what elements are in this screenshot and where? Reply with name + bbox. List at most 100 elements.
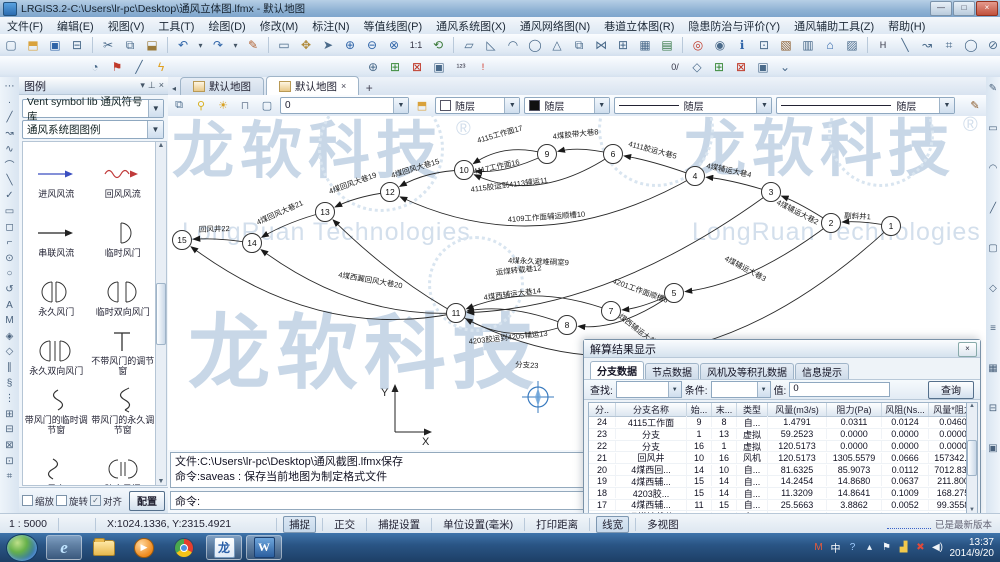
text-icon[interactable]: A bbox=[2, 297, 17, 313]
red-flag-icon[interactable]: ⚑ bbox=[107, 58, 127, 76]
pencil-icon[interactable]: ✎ bbox=[965, 97, 985, 115]
draw-line-icon[interactable]: ╱ bbox=[129, 58, 149, 76]
chevron-down-icon[interactable]: ▼ bbox=[756, 98, 771, 113]
zoom-select-icon[interactable]: ⊕ bbox=[363, 58, 383, 76]
select-add-icon[interactable]: ⊞ bbox=[385, 58, 405, 76]
tray-m-icon[interactable]: M bbox=[813, 542, 825, 553]
chevron-down-icon[interactable]: ▼ bbox=[668, 382, 681, 397]
taskbar-media-player[interactable]: ▶ bbox=[126, 535, 162, 560]
update-link[interactable] bbox=[887, 520, 931, 529]
new-tab-button[interactable]: + bbox=[361, 81, 377, 95]
paste-icon[interactable]: ⬓ bbox=[142, 36, 162, 54]
legend-item-window-plain[interactable]: 不带风门的调节窗 bbox=[90, 319, 157, 378]
pencil-icon[interactable]: ✎ bbox=[987, 81, 1000, 95]
legend-item-perm-door[interactable]: 永久风门 bbox=[23, 260, 90, 319]
layer-manager-icon[interactable]: ⧉ bbox=[169, 97, 189, 115]
curve-icon[interactable]: ↝ bbox=[917, 36, 937, 54]
mirror-icon[interactable]: ⋈ bbox=[591, 36, 611, 54]
draw-parallelogram-icon[interactable]: ▱ bbox=[459, 36, 479, 54]
copy-icon[interactable]: ⧉ bbox=[120, 36, 140, 54]
grid-snap-icon[interactable]: ⌗ bbox=[2, 469, 17, 485]
search-field-select[interactable]: ▼ bbox=[616, 381, 682, 398]
warning-icon[interactable]: ! bbox=[473, 58, 493, 76]
stack-icon[interactable]: ▦ bbox=[635, 36, 655, 54]
align-right-icon[interactable]: ⊠ bbox=[2, 438, 17, 454]
mtext-icon[interactable]: M bbox=[2, 313, 17, 329]
branch-edge-8-11[interactable] bbox=[468, 309, 567, 325]
rect-tool-icon[interactable]: ▢ bbox=[987, 241, 1000, 255]
lock-icon[interactable]: ⊓ bbox=[235, 97, 255, 115]
check-icon[interactable]: ✓ bbox=[2, 188, 17, 204]
close-icon[interactable]: × bbox=[159, 80, 164, 91]
circle2-icon[interactable]: ◯ bbox=[961, 36, 981, 54]
table-scrollbar[interactable]: ▲ ▼ bbox=[966, 402, 978, 514]
taskbar-chrome[interactable] bbox=[166, 535, 202, 560]
linestyle-select-4[interactable]: 随层▼ bbox=[776, 97, 955, 114]
scroll-thumb[interactable] bbox=[967, 440, 977, 476]
legend-item-window-perm[interactable]: 带风门的永久调节窗 bbox=[90, 378, 157, 437]
layer-folder-icon[interactable]: ⬒ bbox=[412, 97, 432, 115]
arc-icon[interactable]: ⌒ bbox=[2, 157, 17, 173]
tray-up-arrow-icon[interactable]: ▴ bbox=[864, 542, 876, 553]
region-r-icon[interactable]: ▣ bbox=[753, 58, 773, 76]
scroll-thumb[interactable] bbox=[156, 283, 166, 345]
layers-icon[interactable]: ≡ bbox=[987, 321, 1000, 335]
close-icon[interactable]: × bbox=[958, 342, 977, 357]
draw-triangle-icon[interactable]: △ bbox=[547, 36, 567, 54]
condition-select[interactable]: ▼ bbox=[711, 381, 771, 398]
array-icon[interactable]: ⊞ bbox=[613, 36, 633, 54]
corner-icon[interactable]: ⌐ bbox=[2, 235, 17, 251]
chevron-down-icon[interactable]: ▼ bbox=[148, 100, 163, 117]
menu-item-7[interactable]: 标注(N) bbox=[305, 17, 356, 34]
point-icon[interactable]: · bbox=[2, 95, 17, 111]
scroll-up-icon[interactable]: ▲ bbox=[969, 403, 975, 409]
circle-icon[interactable]: ○ bbox=[2, 266, 17, 282]
tray-network-icon[interactable]: ▟ bbox=[898, 542, 910, 553]
taskbar-explorer[interactable] bbox=[86, 535, 122, 560]
numbering-icon[interactable]: ¹²³ bbox=[451, 58, 471, 76]
menu-item-13[interactable]: 通风辅助工具(Z) bbox=[787, 17, 881, 34]
close-button[interactable]: × bbox=[976, 1, 998, 16]
blue-house-icon[interactable]: ⌂ bbox=[820, 36, 840, 54]
color-select-1[interactable]: 随层▼ bbox=[435, 97, 520, 114]
linestyle-select-3[interactable]: 随层▼ bbox=[614, 97, 773, 114]
taskbar-lrgis[interactable]: 龙 bbox=[206, 535, 242, 560]
legend-scrollbar[interactable]: ▲ ▼ bbox=[155, 141, 167, 486]
status-button-打印距离[interactable]: 打印距离 bbox=[531, 517, 583, 532]
node-link-icon[interactable]: H bbox=[873, 36, 893, 54]
status-button-线宽[interactable]: 线宽 bbox=[596, 516, 629, 533]
start-button[interactable] bbox=[6, 534, 38, 562]
map-tab-2[interactable]: 默认地图× bbox=[266, 76, 359, 95]
actual-size-icon[interactable]: 1:1 bbox=[406, 36, 426, 54]
zoom-in-icon[interactable]: ⊕ bbox=[340, 36, 360, 54]
chevron-down-icon[interactable]: ▼ bbox=[504, 98, 519, 113]
rotate-icon[interactable]: ↺ bbox=[2, 282, 17, 298]
stamp-icon[interactable]: ▥ bbox=[798, 36, 818, 54]
menu-item-4[interactable]: 工具(T) bbox=[151, 17, 201, 34]
close-icon[interactable]: × bbox=[341, 81, 346, 91]
status-button-捕捉设置[interactable]: 捕捉设置 bbox=[373, 517, 425, 532]
legend-item-temp-double-door[interactable]: 临时双向风门 bbox=[90, 260, 157, 319]
draw-arc-icon[interactable]: ◠ bbox=[503, 36, 523, 54]
parallel-icon[interactable]: ∥ bbox=[2, 360, 17, 376]
chevron-down-icon[interactable]: ▼ bbox=[939, 98, 954, 113]
zoom-out-icon[interactable]: ⊖ bbox=[362, 36, 382, 54]
select-region-icon[interactable]: ▣ bbox=[429, 58, 449, 76]
dialog-tab-1[interactable]: 分支数据 bbox=[590, 361, 644, 379]
tray-speaker-icon[interactable]: ◀) bbox=[932, 542, 944, 553]
draw-circle-icon[interactable]: ◯ bbox=[525, 36, 545, 54]
ray-icon[interactable]: ╲ bbox=[2, 173, 17, 189]
menu-item-12[interactable]: 隐患防治与评价(Y) bbox=[681, 17, 787, 34]
grid-ruler-icon[interactable]: ▨ bbox=[842, 36, 862, 54]
undo-icon[interactable]: ↶ bbox=[173, 36, 193, 54]
tray-alert-icon[interactable]: ✖ bbox=[915, 542, 927, 553]
slope-line-icon[interactable]: ╲ bbox=[895, 36, 915, 54]
bulb-icon[interactable]: ⚲ bbox=[191, 97, 211, 115]
menu-item-3[interactable]: 视图(V) bbox=[101, 17, 152, 34]
print-icon[interactable]: ⊟ bbox=[67, 36, 87, 54]
status-button-捕捉[interactable]: 捕捉 bbox=[283, 516, 316, 533]
zoom-window-icon[interactable]: ⊗ bbox=[384, 36, 404, 54]
legend-item-outburst-door[interactable]: 防突风门 bbox=[90, 437, 157, 486]
new-file-icon[interactable]: ▢ bbox=[1, 36, 21, 54]
arc-tool-icon[interactable]: ◠ bbox=[987, 161, 1000, 175]
